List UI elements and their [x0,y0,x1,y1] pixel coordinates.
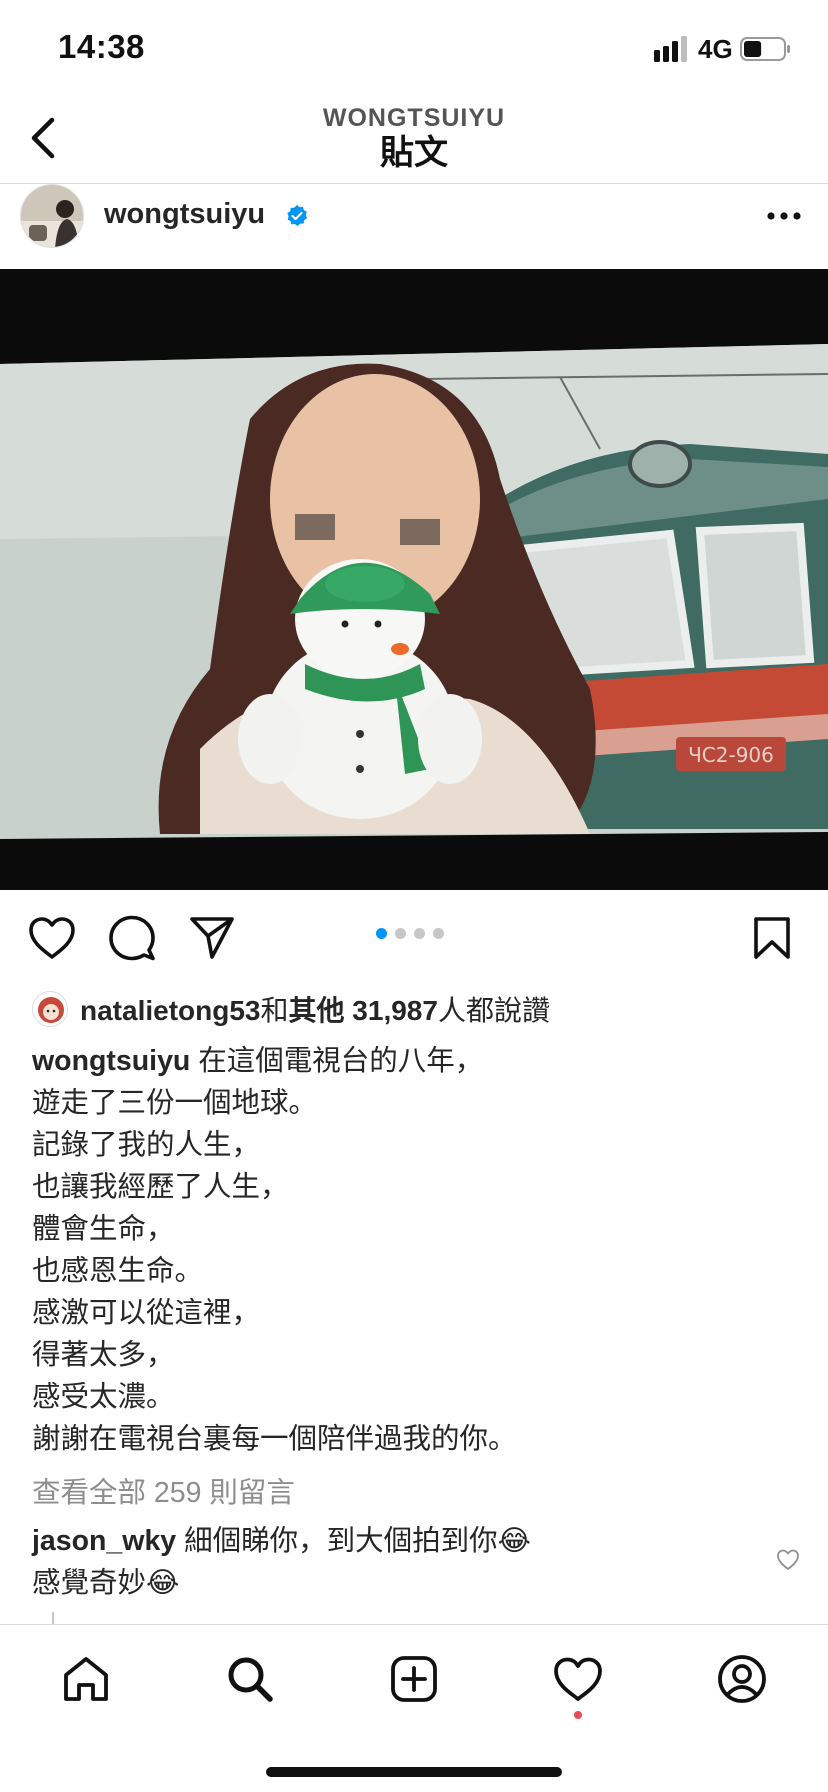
status-bar: 14:38 4G [0,0,828,100]
caption-line: 體會生命， [32,1213,175,1245]
caption-line: 遊走了三份一個地球。 [32,1087,318,1119]
caption-line: 也讓我經歷了人生， [32,1171,289,1203]
carousel-indicator [376,928,444,939]
caption-line: 謝謝在電視台裏每一個陪伴過我的你。 [32,1423,517,1455]
photo-illustration: ЧС2-906 [0,269,828,890]
bottom-tab-bar [0,1624,828,1792]
carousel-dot-2[interactable] [395,928,406,939]
caption-line: 記錄了我的人生， [32,1129,261,1161]
verified-badge-icon [287,205,307,226]
heart-icon [554,1657,602,1701]
author-avatar[interactable] [20,184,84,248]
likes-summary[interactable]: natalietong53和其他 31,987人都說讚 [32,986,550,1032]
home-indicator[interactable] [266,1767,562,1777]
post-action-bar [0,900,828,980]
activity-notification-dot [574,1711,582,1719]
nav-title-group: WONGTSUIYU 貼文 [0,100,828,172]
nav-title: 貼文 [380,134,448,172]
comment-text: 細個睇你，到大個拍到你😂 [184,1525,531,1557]
caption-line: 得著太多， [32,1339,175,1371]
reply-thread-cutoff [52,1612,812,1624]
reply-thread-line [52,1612,54,1624]
nav-bar: WONGTSUIYU 貼文 [0,100,828,184]
network-type: 4G [698,34,733,64]
search-icon [228,1657,273,1702]
caption-line: 感激可以從這裡， [32,1297,261,1329]
like-button[interactable] [26,912,78,964]
comment-text: 感覺奇妙😂 [32,1567,180,1599]
caption-author[interactable]: wongtsuiyu [32,1045,190,1077]
add-post-icon [391,1656,437,1702]
cellular-signal-icon [654,36,687,62]
likes-connector: 和 [260,995,289,1026]
caption-line: 在這個電視台的八年， [198,1045,484,1077]
profile-icon [718,1655,766,1703]
comment-username[interactable]: jason_wky [32,1525,176,1557]
likes-suffix: 人都說讚 [437,995,550,1026]
comment-button[interactable] [106,912,158,964]
tab-home[interactable] [58,1651,114,1707]
likes-count[interactable]: 31,987 [352,995,438,1026]
carousel-dot-4[interactable] [433,928,444,939]
post-header: wongtsuiyu [0,184,828,268]
view-all-comments-link[interactable]: 查看全部 259 則留言 [32,1470,295,1511]
more-horizontal-icon [767,212,801,220]
liker-avatar [32,991,68,1027]
avatar-image [21,185,83,247]
bookmark-icon [754,917,790,959]
caption-line: 感受太濃。 [32,1381,175,1413]
tab-create[interactable] [386,1651,442,1707]
save-button[interactable] [746,912,798,964]
comment-icon [109,915,155,961]
comment-item: jason_wky 細個睇你，到大個拍到你😂 感覺奇妙😂 [32,1520,752,1604]
share-button[interactable] [186,912,238,964]
post-caption: wongtsuiyu 在這個電視台的八年， 遊走了三份一個地球。 記錄了我的人生… [32,1040,792,1460]
likes-others-label[interactable]: 其他 [289,995,345,1026]
author-username[interactable]: wongtsuiyu [104,198,265,231]
caption-line: 也感恩生命。 [32,1255,204,1287]
send-icon [190,917,234,959]
train-number: ЧС2-906 [688,743,774,767]
tab-activity[interactable] [550,1651,606,1707]
carousel-dot-3[interactable] [414,928,425,939]
carousel-dot-1[interactable] [376,928,387,939]
nav-subtitle: WONGTSUIYU [322,104,506,132]
status-time: 14:38 [58,28,145,65]
tab-profile[interactable] [714,1651,770,1707]
heart-icon [29,917,75,959]
comment-like-icon[interactable] [776,1548,800,1572]
home-icon [64,1657,108,1701]
tab-search[interactable] [222,1651,278,1707]
liker-username[interactable]: natalietong53 [80,995,260,1026]
more-options-button[interactable] [764,198,804,234]
battery-icon [740,37,790,61]
post-photo[interactable]: ЧС2-906 [0,269,828,890]
